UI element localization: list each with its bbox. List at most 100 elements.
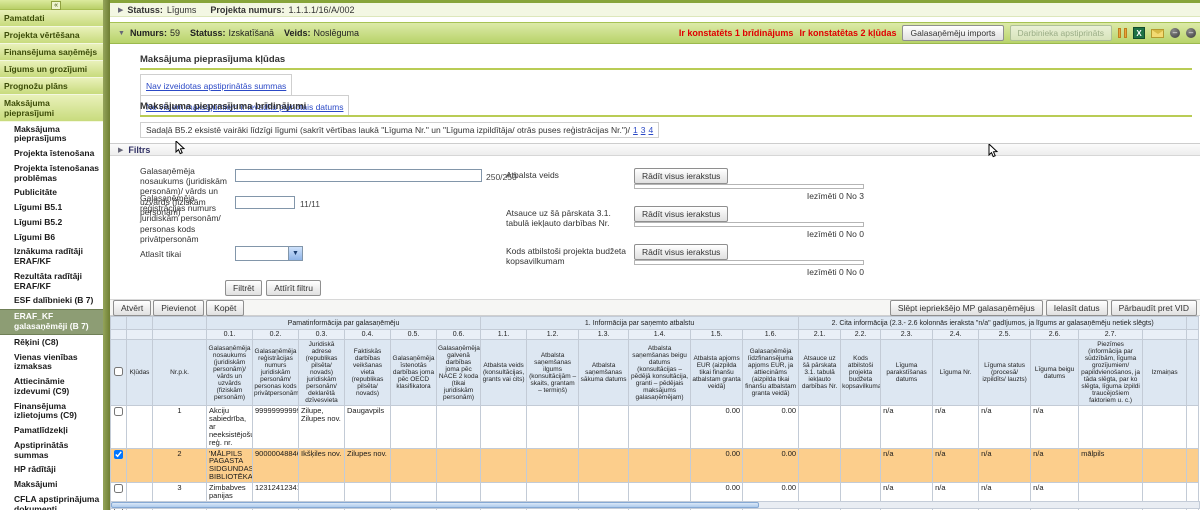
- sidebar-item-rezult-ta-rad-t-ji-eraf-kf[interactable]: Rezultāta radītāji ERAF/KF: [0, 269, 103, 294]
- collapse-arrow-icon[interactable]: ▼: [118, 30, 125, 37]
- cell-c15: 0.00: [691, 483, 743, 502]
- scrollbar-thumb[interactable]: [111, 502, 759, 508]
- filter-group-count: Iezīmēti 0 No 3: [634, 191, 864, 201]
- show-all-records-button[interactable]: Rādīt visus ierakstus: [634, 244, 728, 260]
- sidebar-item-finans-juma-izlietojums-c9[interactable]: Finansējuma izlietojums (C9): [0, 399, 103, 424]
- cell-c23: n/a: [881, 483, 933, 502]
- filter-group-listbox[interactable]: [634, 184, 864, 189]
- cell-c11: [481, 406, 527, 448]
- cell-c26: n/a: [1031, 406, 1079, 448]
- cell-c11: [481, 448, 527, 483]
- warning-ref-link-3[interactable]: 3: [641, 125, 646, 135]
- row-checkbox[interactable]: [114, 484, 123, 493]
- check-vid-button[interactable]: Pārbaudīt pret VID: [1111, 300, 1197, 316]
- column-number: 0.2.: [253, 330, 299, 340]
- sidebar-item-attiecin-mie-izdevumi-c9[interactable]: Attiecināmie izdevumi (C9): [0, 375, 103, 400]
- sidebar-item-l-gumi-b5-1[interactable]: Līgumi B5.1: [0, 201, 103, 216]
- row-checkbox[interactable]: [114, 407, 123, 416]
- select-all-checkbox[interactable]: [114, 367, 123, 376]
- select-only-dropdown[interactable]: ▼: [235, 246, 303, 261]
- column-number: [153, 330, 207, 340]
- clear-filter-button[interactable]: Attīrīt filtru: [266, 280, 321, 296]
- warning-ref-link-4[interactable]: 4: [649, 125, 654, 135]
- sidebar-item-pamatl-dzek-i[interactable]: Pamatlīdzekļi: [0, 424, 103, 439]
- column-title-cb: [111, 340, 127, 406]
- table-row[interactable]: 1Akciju sabiedrība, ar neeksistējošu reģ…: [111, 406, 1199, 448]
- copy-button[interactable]: Kopēt: [206, 300, 244, 316]
- warning-ref-link-1[interactable]: 1: [633, 125, 638, 135]
- recipient-reg-input[interactable]: [235, 196, 295, 209]
- add-button[interactable]: Pievienot: [153, 300, 204, 316]
- pause-icon[interactable]: [1118, 28, 1127, 38]
- sidebar-item-projekta-steno-ana[interactable]: Projekta īstenošana: [0, 147, 103, 162]
- import-recipients-button[interactable]: Galasaņēmēju imports: [902, 25, 1003, 41]
- sidebar-collapse-icon[interactable]: «: [51, 1, 61, 10]
- cell-c15: 0.00: [691, 448, 743, 483]
- column-number: 2.1.: [799, 330, 841, 340]
- column-number: 1.3.: [579, 330, 629, 340]
- show-all-records-button[interactable]: Rādīt visus ierakstus: [634, 168, 728, 184]
- errors-section-title: Maksājuma pieprasījuma kļūdas: [140, 54, 1192, 70]
- expand-arrow-icon[interactable]: ▶: [118, 6, 123, 14]
- filter-group-1: Atsauce uz šā pārskata 3.1. tabulā iekļa…: [506, 206, 886, 242]
- recipient-name-input[interactable]: [235, 169, 482, 182]
- cell-c01: Akciju sabiedrība, ar neeksistējošu reģ.…: [207, 406, 253, 448]
- sidebar-section-l-gums-un-groz-jumi[interactable]: Līgums un grozījumi: [0, 61, 103, 78]
- sidebar-splitter[interactable]: [103, 0, 110, 510]
- filter-group-listbox[interactable]: [634, 260, 864, 265]
- sidebar-section-pamatdati[interactable]: Pamatdati: [0, 10, 103, 27]
- cell-c06: [437, 448, 481, 483]
- cell-c27: [1079, 483, 1143, 502]
- sidebar-item-maks-juma-piepras-jums[interactable]: Maksājuma pieprasījums: [0, 122, 103, 147]
- dropdown-arrow-icon[interactable]: ▼: [288, 247, 302, 260]
- filter-section-header[interactable]: ▶ Filtrs: [110, 143, 1200, 156]
- email-icon[interactable]: [1151, 29, 1164, 38]
- sidebar-section-projekta-v-rt-ana[interactable]: Projekta vērtēšana: [0, 27, 103, 44]
- request-type-value: Noslēguma: [314, 28, 360, 38]
- table-numbers-row: 0.1.0.2.0.3.0.4.0.5.0.6.1.1.1.2.1.3.1.4.…: [111, 330, 1199, 340]
- sidebar-item-l-gumi-b5-2[interactable]: Līgumi B5.2: [0, 215, 103, 230]
- sidebar-item-vienas-vien-bas-izmaksas[interactable]: Vienas vienības izmaksas: [0, 350, 103, 375]
- table-row[interactable]: 2'MĀLPILS PAGASTA SIDGUNDAS BIBLIOTĒKA'9…: [111, 448, 1199, 483]
- open-button[interactable]: Atvērt: [113, 300, 151, 316]
- sidebar-section-progno-u-pl-ns[interactable]: Prognožu plāns: [0, 78, 103, 95]
- apply-filter-button[interactable]: Filtrēt: [225, 280, 262, 296]
- sidebar-item-apstiprin-t-s-summas[interactable]: Apstiprinātās summas: [0, 438, 103, 463]
- sidebar-item-esf-dal-bnieki-b-7[interactable]: ESF dalībnieki (B 7): [0, 294, 103, 309]
- collapse-all-icon[interactable]: –: [1186, 28, 1196, 38]
- cell-c02: 12312412341: [253, 483, 299, 502]
- sidebar-item-cfla-apstiprin-juma-dokumenti[interactable]: CFLA apstiprinājuma dokumenti: [0, 492, 103, 510]
- show-all-records-button[interactable]: Rādīt visus ierakstus: [634, 206, 728, 222]
- sidebar-item-projekta-steno-anas-probl-mas[interactable]: Projekta īstenošanas problēmas: [0, 161, 103, 186]
- hide-previous-mp-button[interactable]: Slēpt iepriekšējo MP galasaņēmējus: [890, 300, 1043, 316]
- recipient-reg-label: Galasaņēmēja reģistrācijas numurs juridi…: [140, 193, 240, 244]
- filter-group-label: Atbalsta veids: [506, 170, 628, 180]
- filter-expand-icon[interactable]: ▶: [118, 146, 123, 154]
- sidebar-item-izn-kuma-rad-t-ji-eraf-kf[interactable]: Iznākuma radītāji ERAF/KF: [0, 245, 103, 270]
- column-number: [111, 330, 127, 340]
- column-title-c24: Līguma Nr.: [933, 340, 979, 406]
- column-title-izm: Izmaiņas: [1143, 340, 1187, 406]
- sidebar-item-publicit-te[interactable]: Publicitāte: [0, 186, 103, 201]
- filter-group-label: Atsauce uz šā pārskata 3.1. tabulā iekļa…: [506, 208, 628, 228]
- error-link-nav-izveidotas-apsti[interactable]: Nav izveidotas apstiprinātās summas: [146, 81, 286, 91]
- sidebar-item-maks-jumi[interactable]: Maksājumi: [0, 478, 103, 493]
- sidebar-item-r-ini-c8[interactable]: Rēķini (C8): [0, 335, 103, 350]
- minimize-icon[interactable]: –: [1170, 28, 1180, 38]
- table-row[interactable]: 3Zimbabves panijas123124123410.000.00n/a…: [111, 483, 1199, 502]
- payment-request-bar[interactable]: ▼ Numurs: 59 Statuss: Izskatīšanā Veids:…: [110, 22, 1200, 44]
- column-number: 0.5.: [391, 330, 437, 340]
- row-checkbox[interactable]: [114, 450, 123, 459]
- load-data-button[interactable]: Ielasīt datus: [1046, 300, 1108, 316]
- sidebar-section-maks-juma-piepras-jumi[interactable]: Maksājuma pieprasījumi: [0, 95, 103, 122]
- sidebar-section-finans-juma-sa-m-js[interactable]: Finansējuma saņēmējs: [0, 44, 103, 61]
- excel-export-icon[interactable]: X: [1133, 27, 1145, 39]
- cell-c14: [629, 406, 691, 448]
- filter-group-listbox[interactable]: [634, 222, 864, 227]
- project-status-bar[interactable]: ▶ Statuss: Līgums Projekta numurs: 1.1.1…: [110, 3, 1200, 17]
- sidebar-item-hp-r-d-t-ji[interactable]: HP rādītāji: [0, 463, 103, 478]
- sidebar-item-eraf-kf-galasa-m-ji-b-7[interactable]: ERAF_KF galasaņēmēji (B 7): [0, 309, 103, 336]
- sidebar-item-l-gumi-b6[interactable]: Līgumi B6: [0, 230, 103, 245]
- horizontal-scrollbar[interactable]: [110, 501, 1200, 509]
- warnings-section-title: Maksājuma pieprasījuma brīdinājumi: [140, 101, 1192, 117]
